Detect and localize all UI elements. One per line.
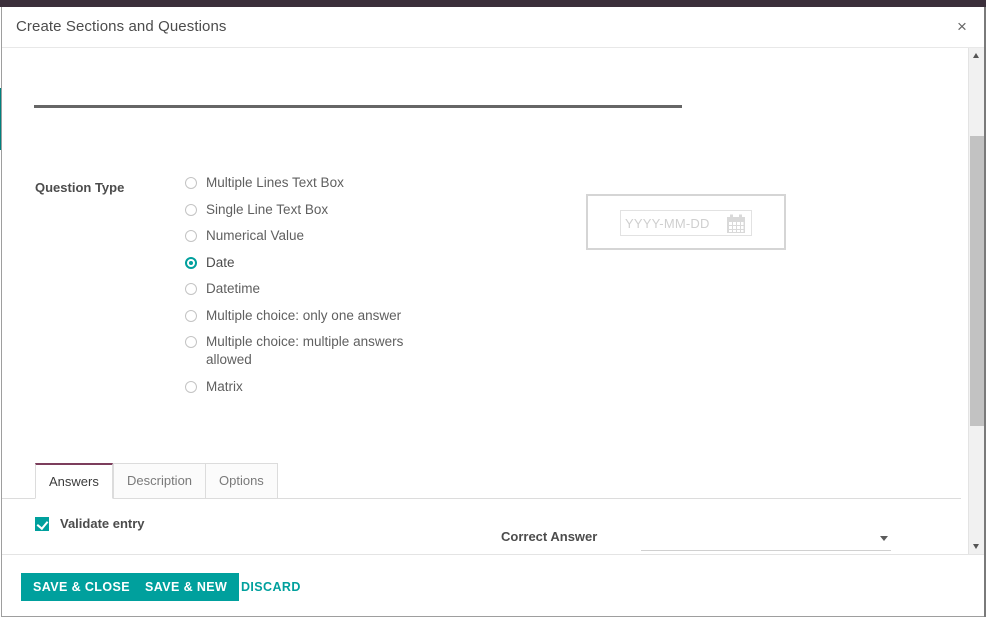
radio-option-label: Single Line Text Box [206, 201, 329, 217]
radio-option-label: Multiple choice: only one answer [206, 307, 402, 323]
correct-answer-row: Correct Answer [501, 529, 901, 551]
field-underline [641, 550, 891, 551]
save-and-new-button[interactable]: SAVE & NEW [133, 573, 240, 601]
page-title: Create Sections and Questions [16, 18, 227, 35]
calendar-icon [725, 213, 747, 235]
tab-description[interactable]: Description [113, 463, 207, 499]
radio-icon [185, 336, 197, 348]
scroll-up-arrow-icon[interactable] [969, 48, 984, 64]
validate-entry-checkbox[interactable] [35, 516, 49, 531]
radio-option-numerical-value[interactable]: Numerical Value [185, 227, 475, 245]
radio-option-label: Matrix [206, 378, 243, 394]
question-title-field-wrap [34, 86, 682, 108]
radio-icon [185, 380, 197, 393]
dialog-header: Create Sections and Questions × [2, 7, 984, 48]
question-title-input[interactable] [34, 86, 682, 108]
radio-option-label: Numerical Value [206, 228, 305, 243]
discard-button[interactable]: DISCARD [241, 573, 301, 601]
radio-icon [185, 309, 197, 322]
vertical-scrollbar[interactable] [968, 48, 984, 554]
tab-answers[interactable]: Answers [35, 463, 113, 499]
tab-label: Answers [49, 474, 99, 489]
radio-option-label: Multiple Lines Text Box [206, 175, 344, 190]
radio-option-label: Datetime [206, 281, 261, 296]
create-sections-and-questions-dialog: Create Sections and Questions × Question… [1, 7, 985, 617]
close-icon[interactable]: × [953, 18, 971, 36]
radio-option-datetime[interactable]: Datetime [185, 280, 475, 298]
radio-option-single-line-text-box[interactable]: Single Line Text Box [185, 201, 475, 219]
question-type-radio-group: Multiple Lines Text Box Single Line Text… [185, 174, 475, 404]
background-menubar [0, 0, 986, 7]
radio-option-matrix[interactable]: Matrix [185, 378, 475, 396]
radio-option-multiple-choice-multiple-answers[interactable]: Multiple choice: multiple answers allowe… [185, 333, 475, 369]
radio-option-label: Multiple choice: multiple answers allowe… [206, 334, 404, 367]
correct-answer-dropdown[interactable] [641, 529, 891, 551]
answers-tab-strip: Answers Description Options [2, 463, 961, 499]
date-preview-input[interactable]: YYYY-MM-DD [620, 210, 752, 236]
radio-option-label: Date [206, 254, 235, 270]
radio-icon [185, 177, 197, 189]
dialog-body: Question Type Multiple Lines Text Box Si… [2, 48, 984, 554]
radio-option-date[interactable]: Date [185, 254, 475, 272]
chevron-down-icon [880, 536, 888, 541]
radio-icon [185, 230, 197, 242]
radio-icon [185, 283, 197, 295]
radio-option-multiple-lines-text-box[interactable]: Multiple Lines Text Box [185, 174, 475, 192]
tab-options[interactable]: Options [205, 463, 278, 499]
validate-entry-label: Validate entry [60, 516, 145, 531]
question-type-label: Question Type [35, 180, 125, 195]
dialog-footer: SAVE & CLOSE SAVE & NEW DISCARD [2, 554, 984, 616]
tab-label: Description [127, 473, 193, 488]
dialog-body-content: Question Type Multiple Lines Text Box Si… [2, 48, 961, 554]
save-and-close-button[interactable]: SAVE & CLOSE [21, 573, 142, 601]
scroll-down-arrow-icon[interactable] [969, 538, 984, 554]
radio-icon [185, 203, 197, 216]
question-preview-box: YYYY-MM-DD [586, 194, 786, 250]
radio-option-multiple-choice-one-answer[interactable]: Multiple choice: only one answer [185, 307, 475, 325]
scrollbar-thumb[interactable] [970, 136, 984, 426]
validate-entry-checkbox-row[interactable]: Validate entry [35, 516, 145, 531]
date-placeholder-text: YYYY-MM-DD [625, 215, 710, 231]
tab-label: Options [219, 473, 264, 488]
correct-answer-label: Correct Answer [501, 529, 598, 544]
radio-icon-selected [185, 256, 197, 269]
